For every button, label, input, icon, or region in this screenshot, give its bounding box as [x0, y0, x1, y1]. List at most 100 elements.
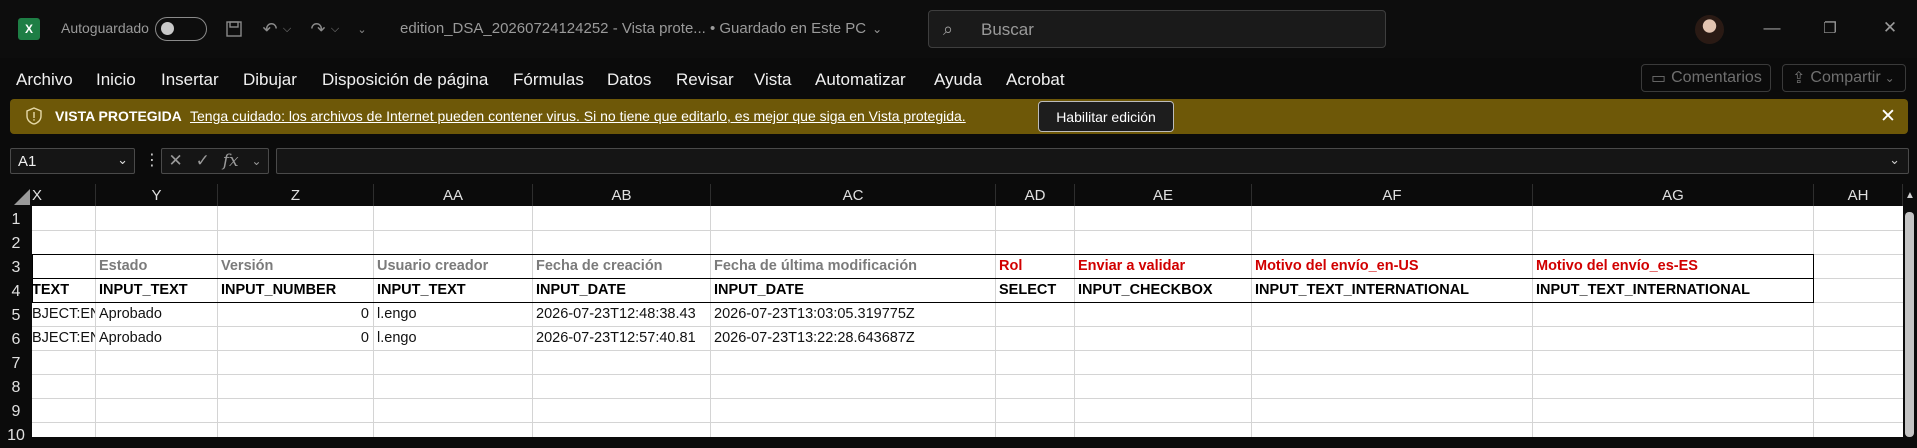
check-icon[interactable]: ✓: [196, 151, 210, 171]
chevron-down-icon[interactable]: ⌄: [251, 154, 261, 168]
row-header-5[interactable]: 5: [0, 304, 32, 328]
menu-insertar[interactable]: Insertar: [161, 70, 219, 90]
cell-z3[interactable]: Versión: [218, 254, 373, 278]
avatar[interactable]: [1695, 15, 1724, 44]
column-header-z[interactable]: Z: [218, 184, 374, 206]
menu-formulas[interactable]: Fórmulas: [513, 70, 584, 90]
toggle-knob-icon: [161, 22, 174, 35]
autosave-toggle[interactable]: [155, 17, 207, 41]
cell-aa4[interactable]: INPUT_TEXT: [374, 278, 532, 302]
row-header-1[interactable]: 1: [0, 208, 32, 232]
cell-ad3[interactable]: Rol: [996, 254, 1074, 278]
comments-button[interactable]: ▭ Comentarios: [1641, 64, 1771, 92]
expand-formula-icon[interactable]: ⌄: [1889, 152, 1900, 168]
undo-icon[interactable]: ↶: [258, 17, 282, 41]
cell-ae4[interactable]: INPUT_CHECKBOX: [1075, 278, 1251, 302]
row-header-3[interactable]: 3: [0, 256, 32, 280]
insert-function-icon[interactable]: fx: [223, 151, 239, 171]
cell-ac6[interactable]: 2026-07-23T13:22:28.643687Z: [711, 326, 995, 350]
row-header-9[interactable]: 9: [0, 400, 32, 424]
cell-ag4[interactable]: INPUT_TEXT_INTERNATIONAL: [1533, 278, 1813, 302]
redo-dropdown-icon[interactable]: ⌵: [328, 17, 342, 41]
menu-archivo[interactable]: Archivo: [16, 70, 73, 90]
minimize-icon[interactable]: —: [1760, 16, 1784, 40]
select-all-icon[interactable]: [14, 189, 30, 205]
column-header-aa[interactable]: AA: [374, 184, 533, 206]
cell-af3[interactable]: Motivo del envío_en-US: [1252, 254, 1532, 278]
cell-y5[interactable]: Aprobado: [96, 302, 217, 326]
column-header-ad[interactable]: AD: [996, 184, 1075, 206]
column-header-ac[interactable]: AC: [711, 184, 996, 206]
undo-dropdown-icon[interactable]: ⌵: [280, 17, 294, 41]
row-header-8[interactable]: 8: [0, 376, 32, 400]
scroll-up-icon[interactable]: ▲: [1903, 190, 1917, 201]
cell-z6[interactable]: 0: [218, 326, 373, 350]
cell-aa3[interactable]: Usuario creador: [374, 254, 532, 278]
column-header-ab[interactable]: AB: [533, 184, 711, 206]
cell-ab6[interactable]: 2026-07-23T12:57:40.81: [533, 326, 710, 350]
cell-aa6[interactable]: l.engo: [374, 326, 532, 350]
row-header-7[interactable]: 7: [0, 352, 32, 376]
cell-ac3[interactable]: Fecha de última modificación: [711, 254, 995, 278]
row-header-6[interactable]: 6: [0, 328, 32, 352]
cell-z5[interactable]: 0: [218, 302, 373, 326]
cell-ad4[interactable]: SELECT: [996, 278, 1074, 302]
cell-z4[interactable]: INPUT_NUMBER: [218, 278, 373, 302]
cell-aa5[interactable]: l.engo: [374, 302, 532, 326]
redo-icon[interactable]: ↷: [306, 17, 330, 41]
restore-icon[interactable]: ❐: [1818, 16, 1842, 40]
column-header-ae[interactable]: AE: [1075, 184, 1252, 206]
document-title[interactable]: edition_DSA_20260724124252 - Vista prote…: [400, 20, 882, 37]
menu-revisar[interactable]: Revisar: [676, 70, 734, 90]
search-box[interactable]: ⌕ Buscar: [928, 10, 1386, 48]
cell-y6[interactable]: Aprobado: [96, 326, 217, 350]
cell-x6[interactable]: BJECT:EN: [32, 326, 95, 350]
column-header-ag[interactable]: AG: [1533, 184, 1814, 206]
chevron-down-icon[interactable]: ⌄: [117, 152, 128, 168]
cell-ag3[interactable]: Motivo del envío_es-ES: [1533, 254, 1813, 278]
name-box[interactable]: A1 ⌄: [10, 148, 135, 174]
share-label: Compartir: [1810, 69, 1881, 86]
customize-toolbar-icon[interactable]: ⌄: [355, 17, 369, 41]
cell-ab3[interactable]: Fecha de creación: [533, 254, 710, 278]
menu-dibujar[interactable]: Dibujar: [243, 70, 297, 90]
column-header-y[interactable]: Y: [96, 184, 218, 206]
menu-datos[interactable]: Datos: [607, 70, 651, 90]
menu-inicio[interactable]: Inicio: [96, 70, 136, 90]
cell-y3[interactable]: Estado: [96, 254, 217, 278]
save-icon[interactable]: [222, 17, 246, 41]
cell-x4[interactable]: TEXT: [32, 278, 95, 302]
row-header-2[interactable]: 2: [0, 232, 32, 256]
formula-input[interactable]: ⌄: [276, 148, 1909, 174]
cell-y4[interactable]: INPUT_TEXT: [96, 278, 217, 302]
protected-view-bar: VISTA PROTEGIDA Tenga cuidado: los archi…: [10, 99, 1908, 134]
column-header-af[interactable]: AF: [1252, 184, 1533, 206]
enable-editing-button[interactable]: Habilitar edición: [1038, 101, 1174, 132]
share-button[interactable]: ⇪ Compartir ⌄: [1782, 64, 1906, 92]
cell-ae3[interactable]: Enviar a validar: [1075, 254, 1251, 278]
menu-vista[interactable]: Vista: [754, 70, 792, 90]
cancel-icon[interactable]: ✕: [168, 151, 182, 171]
row-header-10[interactable]: 10: [0, 424, 32, 448]
worksheet-grid[interactable]: Estado Versión Usuario creador Fecha de …: [32, 206, 1903, 437]
cell-af4[interactable]: INPUT_TEXT_INTERNATIONAL: [1252, 278, 1532, 302]
row-header-4[interactable]: 4: [0, 280, 32, 304]
cell-x5[interactable]: BJECT:EN: [32, 302, 95, 326]
more-options-icon[interactable]: ⋮: [144, 150, 160, 170]
menu-ayuda[interactable]: Ayuda: [934, 70, 982, 90]
menu-disposicion-pagina[interactable]: Disposición de página: [322, 70, 488, 90]
share-icon: ⇪: [1792, 70, 1806, 87]
protected-view-message[interactable]: Tenga cuidado: los archivos de Internet …: [190, 108, 966, 124]
scrollbar-thumb[interactable]: [1905, 212, 1914, 437]
menu-bar: Archivo Inicio Insertar Dibujar Disposic…: [0, 64, 1917, 96]
cell-ac4[interactable]: INPUT_DATE: [711, 278, 995, 302]
close-icon[interactable]: ✕: [1880, 105, 1896, 128]
cell-ab4[interactable]: INPUT_DATE: [533, 278, 710, 302]
cell-ac5[interactable]: 2026-07-23T13:03:05.319775Z: [711, 302, 995, 326]
close-window-icon[interactable]: ✕: [1878, 16, 1902, 40]
menu-acrobat[interactable]: Acrobat: [1006, 70, 1065, 90]
column-header-ah[interactable]: AH: [1814, 184, 1903, 206]
column-header-x[interactable]: X: [32, 184, 96, 206]
menu-automatizar[interactable]: Automatizar: [815, 70, 906, 90]
cell-ab5[interactable]: 2026-07-23T12:48:38.43: [533, 302, 710, 326]
